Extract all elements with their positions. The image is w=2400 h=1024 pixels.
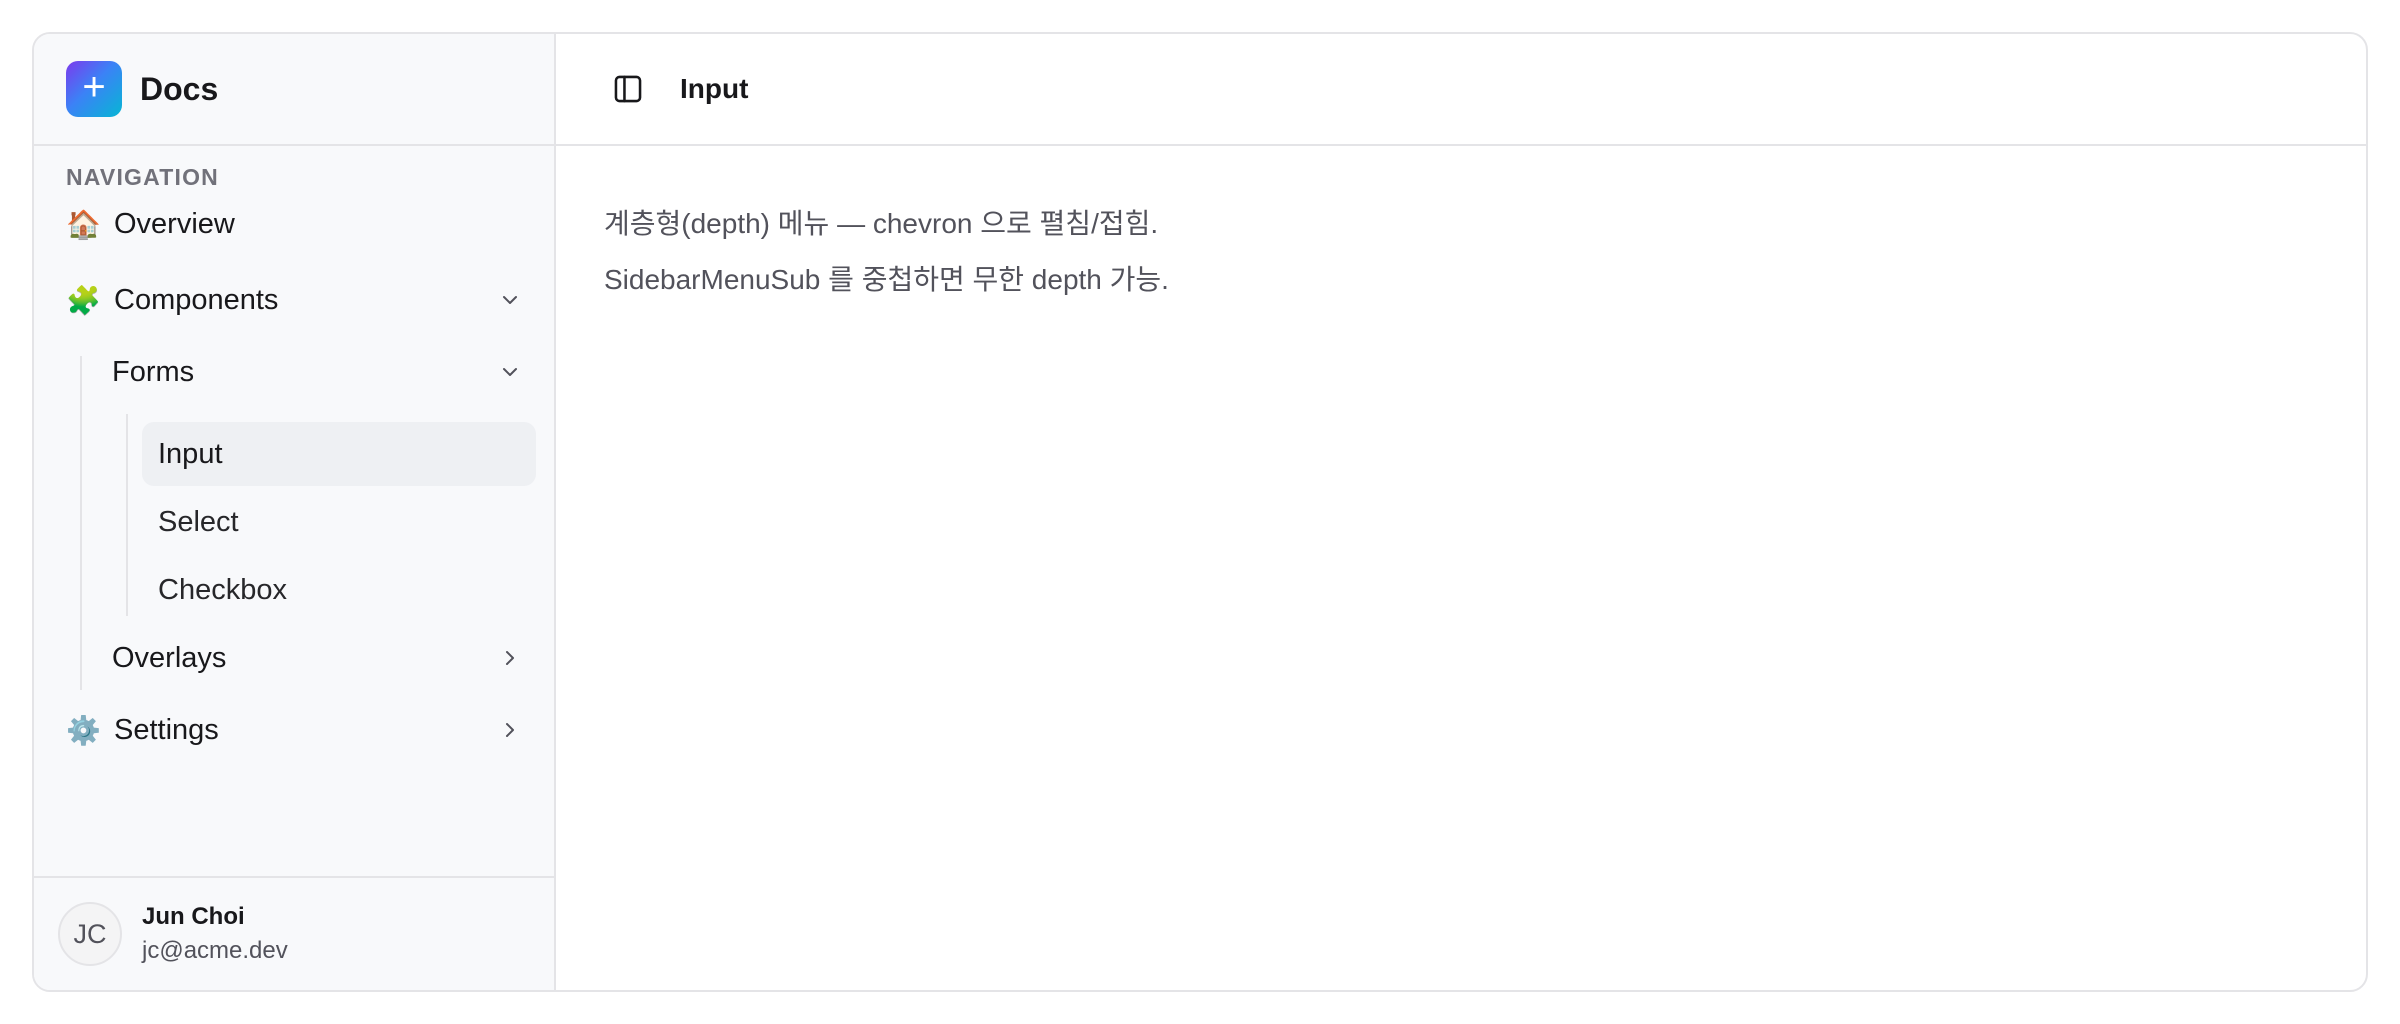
user-name: Jun Choi (142, 903, 245, 930)
main-content: Input 계층형(depth) 메뉴 — chevron 으로 펼침/접힘. … (556, 34, 2366, 990)
sidebar-item-select[interactable]: Select (142, 490, 536, 554)
user-info: Jun Choi jc@acme.dev (142, 903, 288, 965)
sidebar-item-label: Select (158, 505, 239, 538)
chevron-right-icon[interactable] (496, 644, 524, 672)
house-icon: 🏠 (66, 208, 101, 240)
sidebar-item-label: Overview (114, 207, 235, 240)
sidebar-item-label: Settings (114, 713, 219, 746)
sidebar-header: + Docs (34, 34, 554, 146)
description-text: 계층형(depth) 메뉴 — chevron 으로 펼침/접힘. (604, 208, 1159, 239)
page-title: Input (680, 73, 749, 104)
sidebar-item-label: Input (158, 437, 223, 470)
group-label: NAVIGATION (66, 164, 219, 190)
submenu-guide-line (80, 356, 82, 690)
sidebar-toggle-icon (614, 75, 642, 103)
sidebar-item-label: Overlays (112, 641, 227, 674)
puzzle-icon: 🧩 (66, 284, 101, 316)
user-menu[interactable]: JC Jun Choi jc@acme.dev (34, 876, 554, 990)
submenu-guide-line (126, 414, 128, 616)
main-header: Input (556, 34, 2366, 146)
user-email: jc@acme.dev (142, 937, 288, 964)
avatar: JC (58, 902, 122, 966)
sidebar: + Docs NAVIGATION 🏠 Overview 🧩 Component… (34, 34, 556, 990)
chevron-right-icon[interactable] (496, 716, 524, 744)
sidebar-item-settings[interactable]: ⚙️ Settings (66, 698, 538, 762)
sidebar-item-label: Checkbox (158, 573, 287, 606)
sidebar-item-label: Forms (112, 355, 195, 388)
logo-icon[interactable]: + (66, 61, 122, 117)
sidebar-item-label: Components (114, 283, 279, 316)
sidebar-content: NAVIGATION 🏠 Overview 🧩 Components Forms (34, 146, 554, 876)
sidebar-item-overlays[interactable]: Overlays (112, 626, 538, 690)
sidebar-item-checkbox[interactable]: Checkbox (142, 558, 536, 622)
sidebar-item-forms[interactable]: Forms (112, 340, 538, 404)
app-window: + Docs NAVIGATION 🏠 Overview 🧩 Component… (32, 32, 2368, 992)
chevron-down-icon[interactable] (496, 286, 524, 314)
sidebar-item-input[interactable]: Input (142, 422, 536, 486)
sidebar-toggle-button[interactable] (604, 65, 652, 113)
main-body: 계층형(depth) 메뉴 — chevron 으로 펼침/접힘. Sideba… (556, 146, 2366, 358)
description-text: SidebarMenuSub 를 중첩하면 무한 depth 가능. (604, 264, 1169, 295)
chevron-down-icon[interactable] (496, 358, 524, 386)
sidebar-item-overview[interactable]: 🏠 Overview (66, 192, 538, 256)
sidebar-item-components[interactable]: 🧩 Components (66, 268, 538, 332)
logo-glyph: + (82, 65, 106, 109)
gear-icon: ⚙️ (66, 714, 101, 746)
brand-name: Docs (140, 70, 219, 107)
